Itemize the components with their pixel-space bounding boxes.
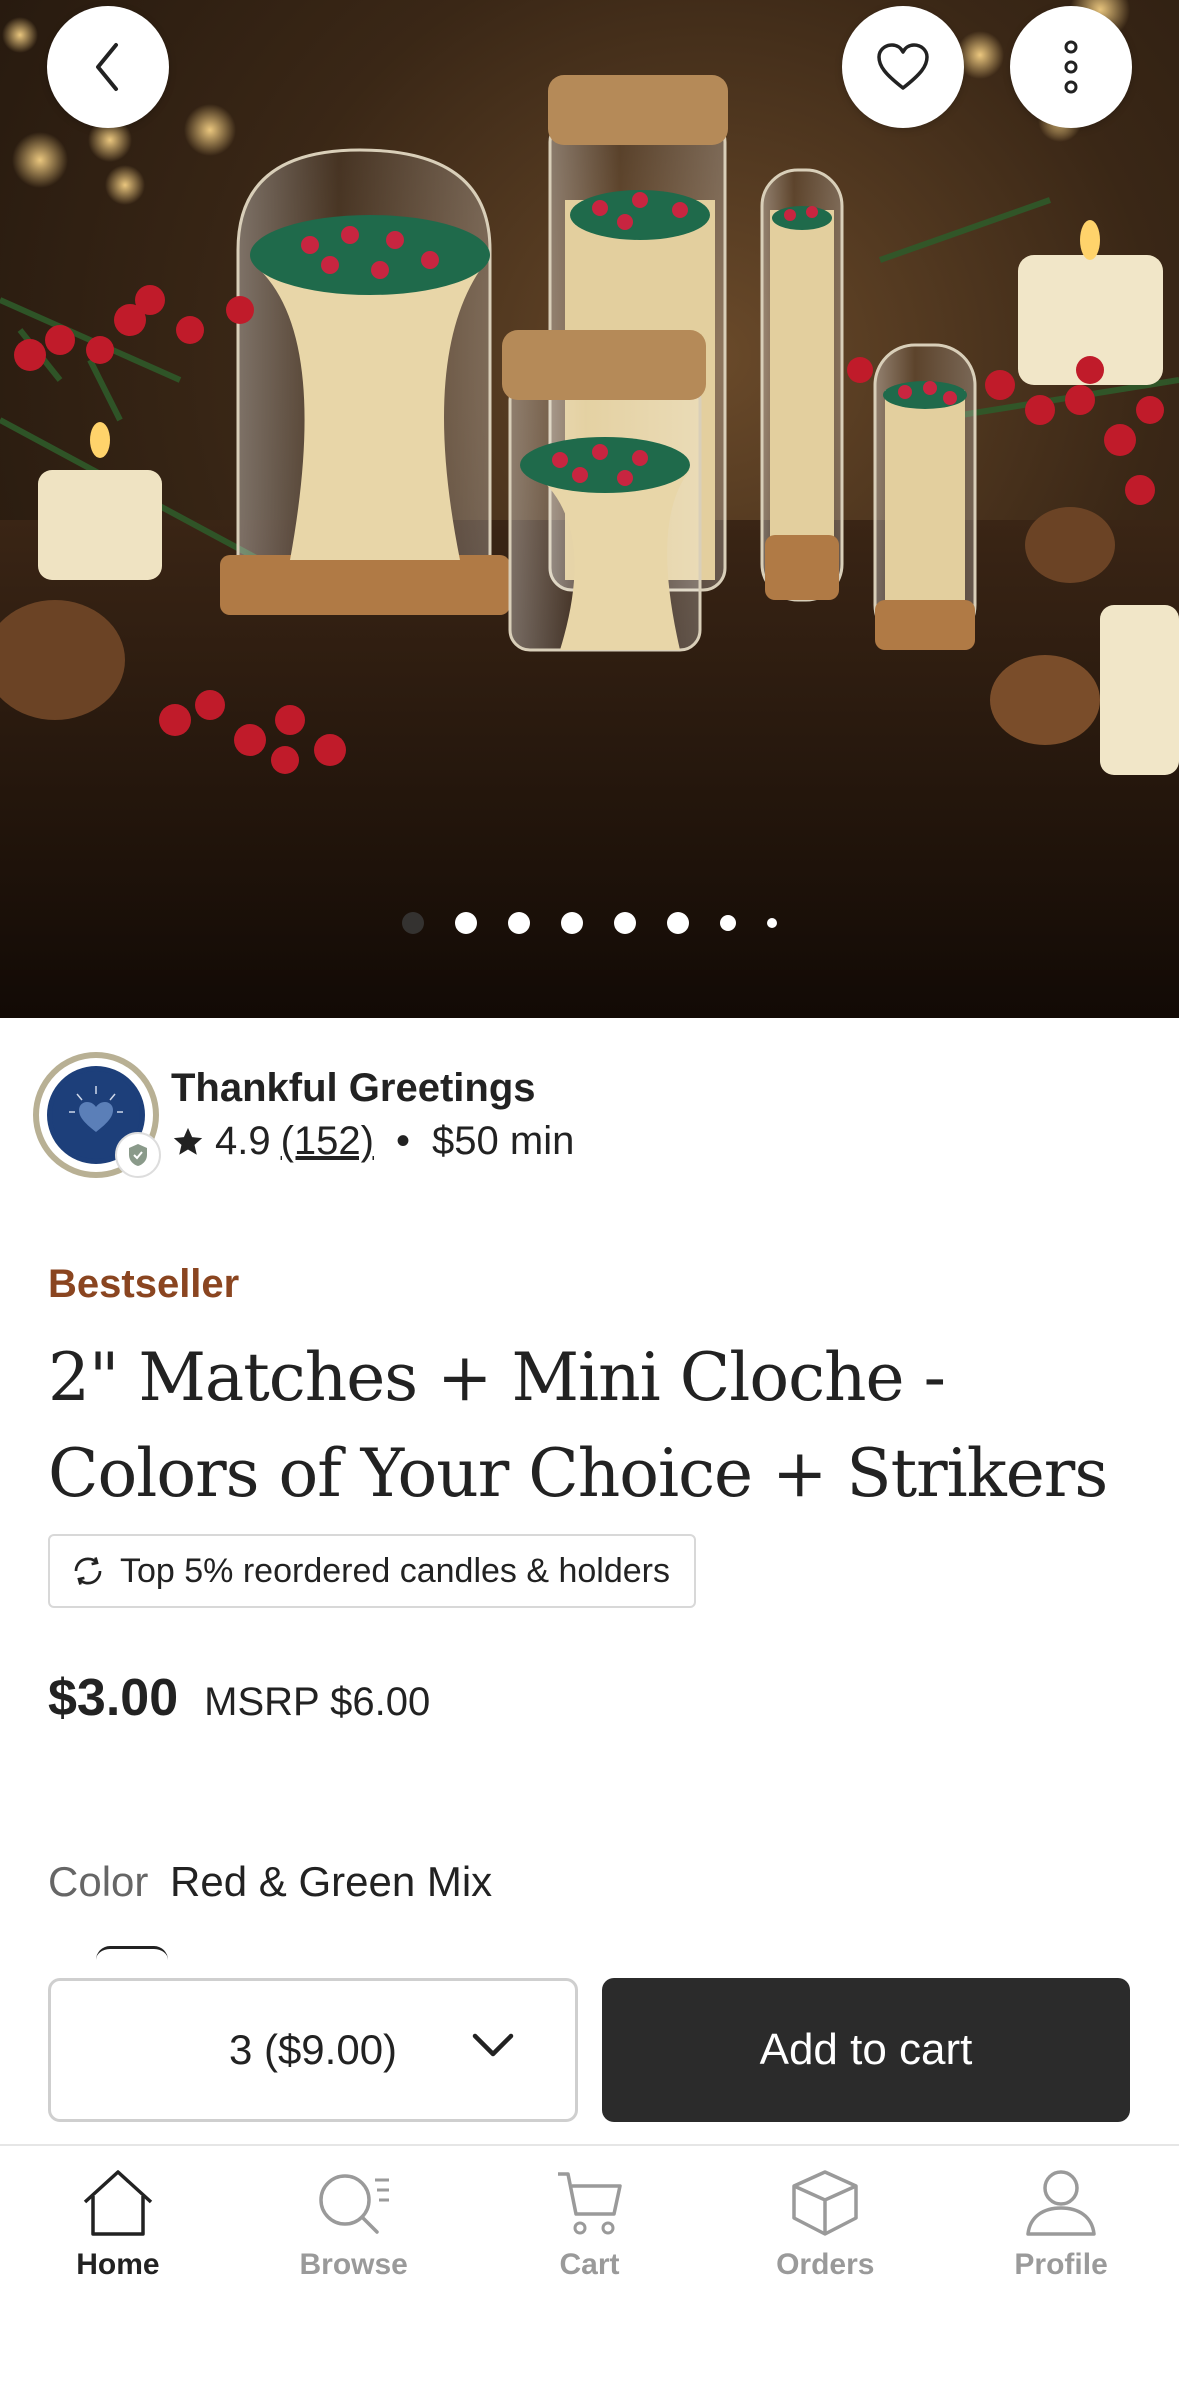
profile-icon: [1026, 2170, 1096, 2236]
shop-name[interactable]: Thankful Greetings: [171, 1066, 574, 1111]
reorder-tag-label: Top 5% reordered candles & holders: [120, 1551, 670, 1590]
tab-label: Home: [76, 2248, 160, 2281]
carousel-dot[interactable]: [561, 912, 583, 934]
carousel-dot[interactable]: [667, 912, 689, 934]
shop-review-count[interactable]: (152): [281, 1119, 374, 1164]
carousel-dot[interactable]: [508, 912, 530, 934]
back-button[interactable]: [47, 6, 169, 128]
color-label: Color: [48, 1858, 149, 1905]
shop-meta: 4.9 (152) • $50 min: [171, 1119, 574, 1164]
carousel-dot[interactable]: [614, 912, 636, 934]
shop-header[interactable]: Thankful Greetings 4.9 (152) • $50 min: [33, 1052, 574, 1178]
bottom-tab-bar: Home Browse Cart Orders Profile: [0, 2144, 1179, 2396]
more-vertical-icon: [1064, 40, 1078, 94]
star-icon: [173, 1127, 203, 1155]
msrp-price: MSRP $6.00: [204, 1680, 431, 1724]
purchase-bar: 3 ($9.00) Add to cart: [0, 1960, 1179, 2146]
tab-label: Browse: [299, 2248, 408, 2281]
tab-orders[interactable]: Orders: [707, 2146, 943, 2396]
tab-label: Profile: [1014, 2248, 1108, 2281]
carousel-dot[interactable]: [720, 915, 736, 931]
favorite-button[interactable]: [842, 6, 964, 128]
heart-icon: [877, 43, 929, 90]
browse-icon: [318, 2174, 389, 2234]
carousel-dot[interactable]: [767, 918, 777, 928]
orders-icon: [792, 2170, 859, 2236]
product-title: 2" Matches + Mini Cloche - Colors of You…: [48, 1339, 1108, 1512]
tab-cart[interactable]: Cart: [472, 2146, 708, 2396]
product-photo: [0, 0, 1179, 1018]
shield-icon: [129, 1144, 147, 1166]
price-row: $3.00 MSRP $6.00: [48, 1668, 430, 1728]
quantity-value: 3 ($9.00): [228, 2026, 398, 2073]
chevron-left-icon: [96, 43, 118, 91]
color-selector-label: Color Red & Green Mix: [48, 1858, 492, 1906]
carousel-indicator[interactable]: [0, 912, 1179, 934]
bestseller-badge: Bestseller: [48, 1262, 240, 1306]
carousel-dot[interactable]: [402, 912, 424, 934]
shop-avatar[interactable]: [33, 1052, 161, 1178]
product-image-carousel[interactable]: [0, 0, 1179, 1018]
carousel-dot[interactable]: [455, 912, 477, 934]
color-swatch[interactable]: [96, 1946, 168, 1960]
reorder-tag: Top 5% reordered candles & holders: [48, 1534, 696, 1608]
tab-label: Orders: [776, 2248, 875, 2281]
current-price: $3.00: [48, 1669, 179, 1727]
star-seller-badge: [115, 1132, 161, 1178]
cart-icon: [558, 2172, 623, 2235]
tab-profile[interactable]: Profile: [943, 2146, 1179, 2396]
refresh-icon: [74, 1557, 102, 1585]
more-options-button[interactable]: [1010, 6, 1132, 128]
shop-rating: 4.9: [215, 1119, 271, 1163]
tab-browse[interactable]: Browse: [236, 2146, 472, 2396]
add-to-cart-button[interactable]: Add to cart: [602, 1978, 1130, 2122]
tab-home[interactable]: Home: [0, 2146, 236, 2396]
home-icon: [83, 2170, 153, 2236]
meta-separator: •: [396, 1119, 411, 1163]
color-value: Red & Green Mix: [170, 1858, 493, 1905]
chevron-down-icon: [472, 2033, 514, 2057]
quantity-select[interactable]: 3 ($9.00): [48, 1978, 578, 2122]
tab-label: Cart: [559, 2248, 620, 2281]
shop-minimum: $50 min: [432, 1119, 575, 1163]
